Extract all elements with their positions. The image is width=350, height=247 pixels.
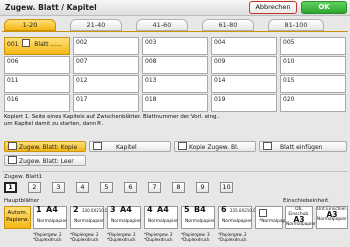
ok-button[interactable]: OK xyxy=(301,1,347,14)
cell-number: 001 xyxy=(7,41,19,48)
insert-sheet-button[interactable]: Blatt einfügen xyxy=(259,141,347,152)
cell-012[interactable]: 012 xyxy=(73,75,139,93)
cell-016[interactable]: 016 xyxy=(4,94,70,112)
cell-009[interactable]: 009 xyxy=(211,56,277,74)
number-button-6[interactable]: 6 xyxy=(124,182,137,193)
chapter-button[interactable]: Kapitel xyxy=(89,141,171,152)
number-button-5[interactable]: 5 xyxy=(100,182,113,193)
tab-underline xyxy=(2,31,348,32)
info-text: Kopiert 1. Seite eines Kapitels auf Zwis… xyxy=(4,114,304,128)
sheet-label: Zugew. Blatt1 xyxy=(4,174,43,180)
cell-004[interactable]: 004 xyxy=(211,37,277,55)
number-button-7[interactable]: 7 xyxy=(148,182,161,193)
bypass-tray-icon xyxy=(259,209,267,217)
divider xyxy=(2,171,348,172)
cell-010[interactable]: 010 xyxy=(280,56,346,74)
paper-tray-3[interactable]: 3 A4 Normalpapier *Papiergew. 2 *Duplexd… xyxy=(107,206,141,242)
paper-tray-4[interactable]: 4 A4 Normalpapier *Papiergew. 2 *Duplexd… xyxy=(144,206,178,242)
chapter-icon xyxy=(93,142,102,150)
tab-41-60[interactable]: 41-60 xyxy=(136,19,188,31)
number-button-4[interactable]: 4 xyxy=(76,182,89,193)
number-button-3[interactable]: 3 xyxy=(52,182,65,193)
paper-tray-1[interactable]: 1 A4 Normalpapier *Papiergew. 2 *Duplexd… xyxy=(33,206,67,242)
cell-017[interactable]: 017 xyxy=(73,94,139,112)
assigned-sheet-copy-button[interactable]: Zugew. Blatt: Kopie xyxy=(4,141,86,152)
tab-61-80[interactable]: 61-80 xyxy=(202,19,254,31)
tab-21-40[interactable]: 21-40 xyxy=(70,19,122,31)
tab-81-100[interactable]: 81-100 xyxy=(268,19,324,31)
sheet-icon xyxy=(22,39,31,47)
sheet-copy-icon xyxy=(8,142,17,150)
cell-014[interactable]: 014 xyxy=(211,75,277,93)
cancel-button[interactable]: Abbrechen xyxy=(249,1,297,14)
cell-013[interactable]: 013 xyxy=(142,75,208,93)
number-button-8[interactable]: 8 xyxy=(172,182,185,193)
tab-1-20[interactable]: 1-20 xyxy=(4,19,56,31)
cell-011[interactable]: 011 xyxy=(4,75,70,93)
cell-001[interactable]: 001 Blatt ...... xyxy=(4,37,70,55)
bypass-tray-icon-button[interactable]: *Normalpapier xyxy=(255,206,291,229)
main-sheet-label: Hauptblätter xyxy=(4,198,39,204)
number-button-1[interactable]: 1 xyxy=(4,182,17,193)
cell-content: Blatt ...... xyxy=(34,41,62,48)
auto-paper-button[interactable]: Autom. Papierw. xyxy=(4,206,31,229)
info-line-2: um Kapitel damit zu starten, dann®. xyxy=(4,121,104,127)
upper-insert-tray[interactable]: Ob. Einschub. A3 Normalpapier xyxy=(285,206,316,229)
insert-sheet-icon xyxy=(263,142,272,150)
insert-unit-label: Einschiebeinheit xyxy=(283,198,329,204)
number-button-10[interactable]: 10 xyxy=(220,182,233,193)
cell-018[interactable]: 018 xyxy=(142,94,208,112)
cell-020[interactable]: 020 xyxy=(280,94,346,112)
number-button-9[interactable]: 9 xyxy=(196,182,209,193)
cell-015[interactable]: 015 xyxy=(280,75,346,93)
copy-sheet-icon xyxy=(178,142,187,150)
paper-tray-6[interactable]: 6 235.0X210.0 Normalpapier *Papiergew. 2… xyxy=(218,206,256,242)
page-title: Zugew. Blatt / Kapitel xyxy=(5,3,97,12)
cell-008[interactable]: 008 xyxy=(142,56,208,74)
cell-006[interactable]: 006 xyxy=(4,56,70,74)
copy-assigned-sheet-button[interactable]: Kopie Zugew. Bl. xyxy=(174,141,256,152)
cell-019[interactable]: 019 xyxy=(211,94,277,112)
blank-sheet-icon xyxy=(8,156,17,164)
lower-insert-tray[interactable]: Unt.Einschiel. A3 Normalpapier xyxy=(316,206,348,229)
cell-002[interactable]: 002 xyxy=(73,37,139,55)
cell-005[interactable]: 005 xyxy=(280,37,346,55)
paper-tray-2[interactable]: 2 330.0X210.0 Normalpapier *Papiergew. 2… xyxy=(70,206,108,242)
info-line-1: Kopiert 1. Seite eines Kapitels auf Zwis… xyxy=(4,114,220,120)
paper-tray-5[interactable]: 5 B4 Normalpapier *Papiergew. 3 *Duplexd… xyxy=(181,206,215,242)
cell-003[interactable]: 003 xyxy=(142,37,208,55)
assigned-sheet-blank-button[interactable]: Zugew. Blatt: Leer xyxy=(4,155,86,166)
cell-007[interactable]: 007 xyxy=(73,56,139,74)
number-button-2[interactable]: 2 xyxy=(28,182,41,193)
